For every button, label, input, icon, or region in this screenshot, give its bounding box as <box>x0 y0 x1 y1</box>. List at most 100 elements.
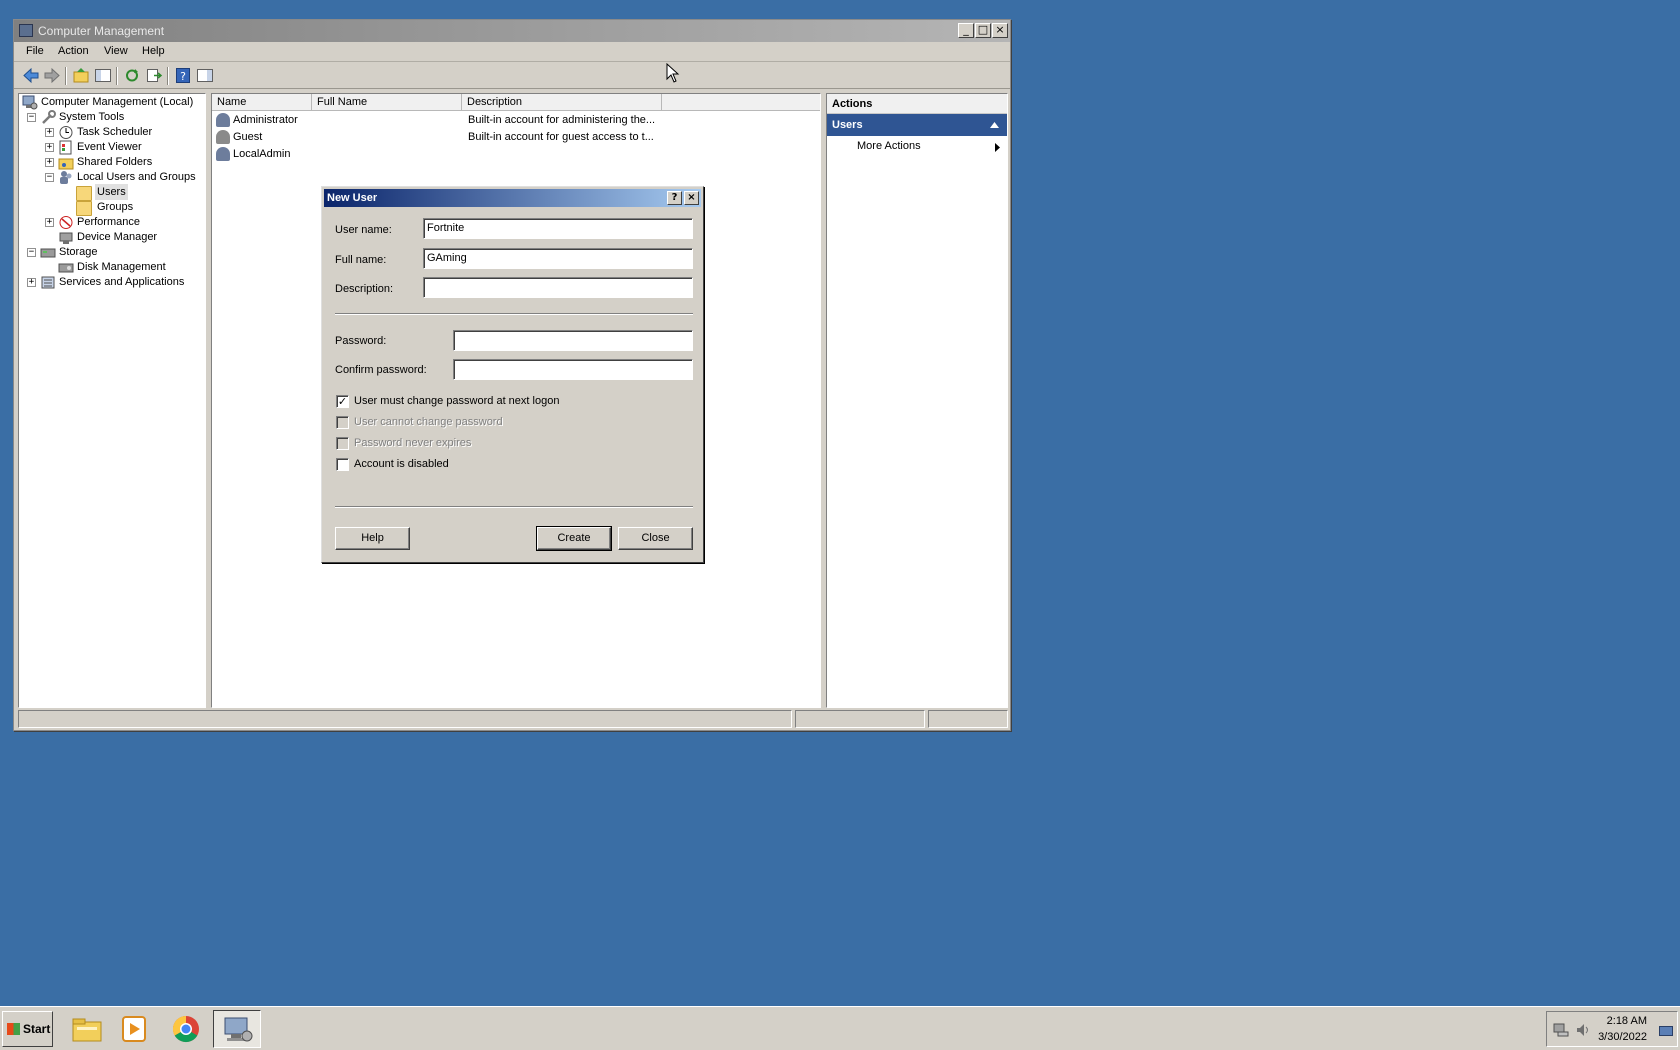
close-button[interactable]: × <box>992 23 1008 38</box>
expand-expander[interactable]: + <box>45 218 54 227</box>
tree-item-device-manager[interactable]: Device Manager <box>77 229 157 245</box>
user-name: Guest <box>233 131 263 143</box>
tree-item-storage[interactable]: Storage <box>59 244 98 260</box>
expand-expander[interactable]: + <box>45 128 54 137</box>
task-scheduler-icon <box>59 126 73 139</box>
column-header-name[interactable]: Name <box>212 94 312 111</box>
confirm-password-label: Confirm password: <box>335 364 427 376</box>
help-button[interactable]: Help <box>335 527 410 550</box>
disabled-user-icon <box>216 130 230 144</box>
storage-icon <box>40 248 56 258</box>
up-folder-icon[interactable] <box>72 67 90 84</box>
user-description: Built-in account for guest access to t..… <box>468 131 654 143</box>
computer-management-icon <box>22 95 38 110</box>
expand-expander[interactable]: + <box>27 278 36 287</box>
show-hide-action-pane-icon[interactable] <box>196 67 214 84</box>
status-panel <box>928 710 1008 728</box>
clock-date[interactable]: 3/30/2022 <box>1598 1031 1647 1043</box>
show-desktop-button[interactable] <box>1659 1026 1673 1036</box>
divider <box>335 506 693 508</box>
media-player-icon[interactable] <box>117 1013 151 1045</box>
menu-file[interactable]: File <box>26 45 44 57</box>
computer-management-icon <box>224 1017 253 1042</box>
tree-item-users[interactable]: Users <box>95 184 128 200</box>
help-icon[interactable]: ? <box>174 67 192 84</box>
new-user-dialog: New User ? × User name: Fortnite Full na… <box>321 186 704 563</box>
collapse-expander[interactable]: − <box>45 173 54 182</box>
confirm-password-field[interactable] <box>453 359 693 380</box>
export-list-icon[interactable] <box>145 67 163 84</box>
table-row[interactable]: Guest Built-in account for guest access … <box>212 129 820 145</box>
expand-expander[interactable]: + <box>45 143 54 152</box>
password-never-expires-checkbox <box>336 437 349 450</box>
username-label: User name: <box>335 224 392 236</box>
services-applications-icon <box>41 276 55 289</box>
tree-item-system-tools[interactable]: System Tools <box>59 109 124 125</box>
more-actions-link[interactable]: More Actions <box>857 140 921 152</box>
username-field[interactable]: Fortnite <box>423 218 693 239</box>
tree-item-event-viewer[interactable]: Event Viewer <box>77 139 142 155</box>
event-viewer-icon <box>59 140 72 155</box>
column-header-full-name[interactable]: Full Name <box>312 94 462 111</box>
account-disabled-label[interactable]: Account is disabled <box>354 458 449 470</box>
account-disabled-checkbox[interactable] <box>336 458 349 471</box>
menu-view[interactable]: View <box>104 45 128 57</box>
user-icon <box>216 113 230 127</box>
close-button[interactable]: Close <box>618 527 693 550</box>
menu-bar: File Action View Help <box>14 42 1010 62</box>
expand-expander[interactable]: + <box>45 158 54 167</box>
tree-item-local-users-and-groups[interactable]: Local Users and Groups <box>77 169 196 185</box>
show-hide-tree-icon[interactable] <box>94 67 112 84</box>
table-row[interactable]: Administrator Built-in account for admin… <box>212 112 820 128</box>
minimize-button[interactable]: _ <box>958 23 974 38</box>
maximize-button[interactable]: □ <box>975 23 991 38</box>
actions-section-users[interactable]: Users <box>827 114 1007 136</box>
dialog-title-bar[interactable]: New User ? × <box>324 189 701 207</box>
dialog-help-button[interactable]: ? <box>667 191 682 205</box>
volume-icon[interactable] <box>1575 1023 1591 1037</box>
tree-item-disk-management[interactable]: Disk Management <box>77 259 166 275</box>
device-manager-icon <box>59 232 73 244</box>
password-field[interactable] <box>453 330 693 351</box>
tree-item-shared-folders[interactable]: Shared Folders <box>77 154 152 170</box>
collapse-expander[interactable]: − <box>27 113 36 122</box>
status-bar <box>18 710 1008 728</box>
start-button[interactable]: Start <box>2 1011 53 1047</box>
tree-item-groups[interactable]: Groups <box>97 199 133 215</box>
console-tree[interactable]: Computer Management (Local) − System Too… <box>18 93 206 708</box>
create-button[interactable]: Create <box>536 526 612 551</box>
cannot-change-password-label: User cannot change password <box>354 416 503 428</box>
tree-item-task-scheduler[interactable]: Task Scheduler <box>77 124 152 140</box>
taskbar: Start 2:18 AM 3/30/2022 <box>0 1006 1680 1050</box>
forward-arrow-icon[interactable] <box>43 67 61 84</box>
actions-header: Actions <box>827 94 1007 114</box>
network-icon[interactable] <box>1553 1023 1569 1037</box>
column-header-description[interactable]: Description <box>462 94 662 111</box>
must-change-password-label[interactable]: User must change password at next logon <box>354 395 559 407</box>
file-explorer-icon[interactable] <box>70 1013 104 1045</box>
shared-folders-icon <box>58 158 74 170</box>
must-change-password-checkbox[interactable]: ✓ <box>336 395 349 408</box>
chrome-icon[interactable] <box>169 1013 203 1045</box>
taskbar-computer-management-button[interactable] <box>213 1010 261 1048</box>
menu-help[interactable]: Help <box>142 45 165 57</box>
tree-item-services-and-applications[interactable]: Services and Applications <box>59 274 184 290</box>
menu-action[interactable]: Action <box>58 45 89 57</box>
back-arrow-icon[interactable] <box>22 67 40 84</box>
collapse-expander[interactable]: − <box>27 248 36 257</box>
tree-item-performance[interactable]: Performance <box>77 214 140 230</box>
tree-item-computer-management-local[interactable]: Computer Management (Local) <box>41 94 193 110</box>
window-title-bar[interactable]: Computer Management _ □ × <box>14 20 1010 42</box>
password-never-expires-label: Password never expires <box>354 437 472 449</box>
refresh-icon[interactable] <box>123 67 141 84</box>
clock-time[interactable]: 2:18 AM <box>1607 1015 1647 1027</box>
collapse-up-icon[interactable] <box>990 122 999 128</box>
user-name: LocalAdmin <box>233 148 291 160</box>
table-row[interactable]: LocalAdmin <box>212 146 820 162</box>
start-label: Start <box>23 1022 51 1036</box>
dialog-close-x-button[interactable]: × <box>684 191 699 205</box>
folder-icon <box>76 186 92 201</box>
list-header: Name Full Name Description <box>212 94 820 111</box>
fullname-field[interactable]: GAming <box>423 248 693 269</box>
description-field[interactable] <box>423 277 693 298</box>
